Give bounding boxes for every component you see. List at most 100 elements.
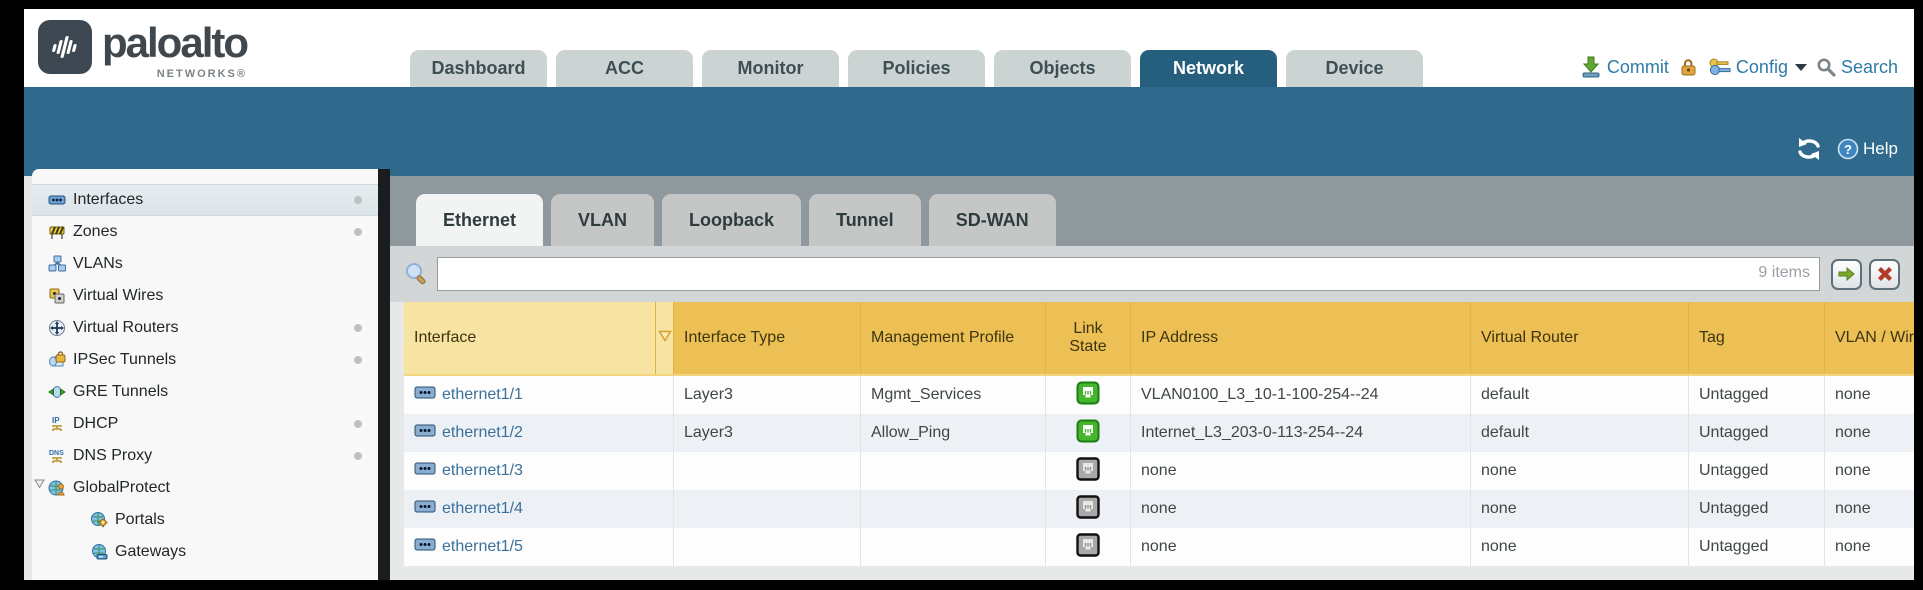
table-body: ethernet1/1Layer3Mgmt_ServicesVLAN0100_L…: [404, 376, 1914, 566]
sidebar-item-gateways[interactable]: Gateways: [32, 536, 378, 568]
filter-input[interactable]: [437, 257, 1820, 291]
interfaces-table: InterfaceInterface TypeManagement Profil…: [404, 302, 1914, 580]
vlan-wire-cell: none: [1825, 376, 1914, 414]
link-down-icon: [1076, 533, 1100, 562]
column-header-management-profile[interactable]: Management Profile: [861, 302, 1046, 374]
commit-button[interactable]: Commit: [1580, 56, 1669, 78]
column-header-interface-type[interactable]: Interface Type: [674, 302, 861, 374]
status-dot: [354, 196, 362, 204]
help-button[interactable]: ? Help: [1837, 138, 1898, 160]
interface-sort-button[interactable]: [656, 302, 674, 374]
search-label: Search: [1841, 57, 1898, 78]
status-dot: [354, 420, 362, 428]
interface-link[interactable]: ethernet1/3: [414, 462, 523, 480]
vlan-wire-cell: none: [1825, 490, 1914, 528]
sidebar-item-label: Virtual Routers: [73, 319, 179, 337]
sidebar-item-label: Gateways: [115, 543, 186, 561]
app-window: paloalto NETWORKS® DashboardACCMonitorPo…: [24, 9, 1914, 580]
interface-link[interactable]: ethernet1/4: [414, 500, 523, 518]
interface-name: ethernet1/2: [442, 424, 523, 442]
svg-text:?: ?: [1844, 142, 1852, 157]
tab-monitor[interactable]: Monitor: [702, 50, 839, 87]
interface-cell: ethernet1/2: [404, 414, 674, 452]
sidebar-scrollbar[interactable]: [378, 169, 390, 580]
subtab-vlan[interactable]: VLAN: [551, 194, 654, 246]
status-dot: [354, 452, 362, 460]
sidebar-item-ipsec-tunnels[interactable]: IPSec Tunnels: [32, 344, 378, 376]
ip-address-cell: none: [1131, 528, 1471, 566]
sidebar-item-label: Virtual Wires: [73, 287, 163, 305]
tab-network[interactable]: Network: [1140, 50, 1277, 87]
table-row-ethernet1-4: ethernet1/4nonenoneUntaggednone: [404, 490, 1914, 528]
sidebar-item-dns-proxy[interactable]: DNSDNS Proxy: [32, 440, 378, 472]
tab-acc[interactable]: ACC: [556, 50, 693, 87]
sort-dropdown-icon: [658, 329, 672, 347]
virtual-routers-icon: [48, 319, 66, 337]
header-actions: Commit Config: [1580, 56, 1898, 78]
sidebar-item-globalprotect[interactable]: GlobalProtect: [32, 472, 378, 504]
ip-address-cell: none: [1131, 452, 1471, 490]
ethernet-port-icon: [414, 538, 436, 556]
tab-device[interactable]: Device: [1286, 50, 1423, 87]
interface-type-cell: [674, 528, 861, 566]
paloalto-logo-icon: [38, 20, 92, 74]
main-panel: EthernetVLANLoopbackTunnelSD-WAN 9 items: [390, 176, 1914, 580]
column-header-tag[interactable]: Tag: [1689, 302, 1825, 374]
table-row-ethernet1-2: ethernet1/2Layer3Allow_PingInternet_L3_2…: [404, 414, 1914, 452]
brand-subtitle: NETWORKS®: [157, 68, 247, 80]
interface-link[interactable]: ethernet1/1: [414, 386, 523, 404]
interface-link[interactable]: ethernet1/2: [414, 424, 523, 442]
column-header-ip-address[interactable]: IP Address: [1131, 302, 1471, 374]
tab-objects[interactable]: Objects: [994, 50, 1131, 87]
column-header-interface[interactable]: Interface: [404, 302, 656, 374]
interface-type-cell: [674, 452, 861, 490]
interface-type-cell: [674, 490, 861, 528]
link-state-cell: [1046, 528, 1131, 566]
config-label: Config: [1736, 57, 1788, 78]
management-profile-cell: [861, 452, 1046, 490]
sidebar-item-zones[interactable]: Zones: [32, 216, 378, 248]
management-profile-cell: Mgmt_Services: [861, 376, 1046, 414]
apply-filter-button[interactable]: [1831, 259, 1862, 290]
expander-open-icon[interactable]: [34, 479, 48, 497]
management-profile-cell: [861, 490, 1046, 528]
ip-address-cell: none: [1131, 490, 1471, 528]
sidebar-item-interfaces[interactable]: Interfaces: [32, 184, 378, 216]
ipsec-tunnels-icon: [48, 351, 66, 369]
column-header-link-state[interactable]: Link State: [1046, 302, 1131, 374]
sidebar-item-dhcp[interactable]: IPDHCP: [32, 408, 378, 440]
config-keys-icon: [1707, 56, 1731, 78]
sidebar-item-label: DHCP: [73, 415, 118, 433]
sidebar-item-label: Zones: [73, 223, 117, 241]
gateways-icon: [90, 543, 108, 561]
lock-icon[interactable]: [1678, 57, 1698, 77]
column-header-vlan-wire[interactable]: VLAN / Wire: [1825, 302, 1914, 374]
tab-policies[interactable]: Policies: [848, 50, 985, 87]
link-state-cell: [1046, 490, 1131, 528]
gre-tunnels-icon: [48, 383, 66, 401]
sidebar-item-portals[interactable]: Portals: [32, 504, 378, 536]
clear-filter-button[interactable]: [1869, 259, 1900, 290]
column-header-virtual-router[interactable]: Virtual Router: [1471, 302, 1689, 374]
tab-dashboard[interactable]: Dashboard: [410, 50, 547, 87]
sidebar-item-gre-tunnels[interactable]: GRE Tunnels: [32, 376, 378, 408]
interface-name: ethernet1/3: [442, 462, 523, 480]
ethernet-port-icon: [414, 462, 436, 480]
svg-text:DNS: DNS: [49, 450, 64, 457]
main-nav-tabs: DashboardACCMonitorPoliciesObjectsNetwor…: [410, 50, 1423, 87]
subtab-sd-wan[interactable]: SD-WAN: [929, 194, 1056, 246]
search-button[interactable]: Search: [1816, 57, 1898, 78]
sidebar-item-virtual-routers[interactable]: Virtual Routers: [32, 312, 378, 344]
sidebar-item-virtual-wires[interactable]: Virtual Wires: [32, 280, 378, 312]
subtab-loopback[interactable]: Loopback: [662, 194, 801, 246]
subtab-ethernet[interactable]: Ethernet: [416, 194, 543, 246]
refresh-icon[interactable]: [1795, 138, 1823, 160]
page-body: Interfaces Zones VLANs Virtual Wires Virtual…: [24, 176, 1914, 580]
subtab-tunnel[interactable]: Tunnel: [809, 194, 921, 246]
tag-cell: Untagged: [1689, 490, 1825, 528]
items-count: 9 items: [1758, 264, 1810, 282]
config-menu-button[interactable]: Config: [1707, 56, 1807, 78]
sidebar-item-vlans[interactable]: VLANs: [32, 248, 378, 280]
virtual-router-cell: default: [1471, 376, 1689, 414]
interface-link[interactable]: ethernet1/5: [414, 538, 523, 556]
